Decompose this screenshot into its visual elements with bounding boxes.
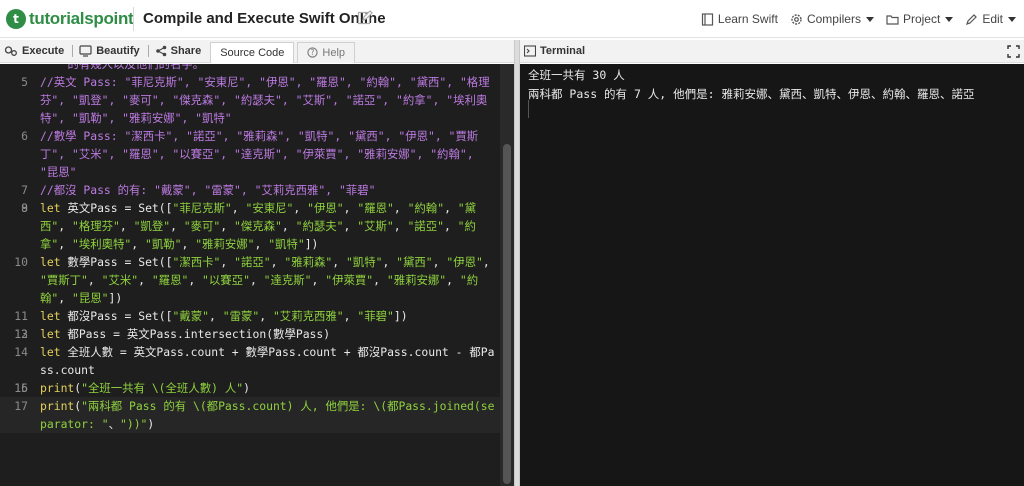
- code-line[interactable]: 9 let 英文Pass = Set(["菲尼克斯", "安東尼", "伊恩", …: [0, 199, 500, 253]
- terminal-title-label: Terminal: [540, 45, 586, 57]
- code-line[interactable]: 的有幾人以及他們的名字。: [0, 64, 500, 73]
- code-text: let 數學Pass = Set(["潔西卡", "諾亞", "雅莉森", "凱…: [40, 255, 497, 305]
- code-text: print("兩科都 Pass 的有 \(都Pass.count) 人, 他們是…: [40, 399, 495, 431]
- terminal-icon: [524, 45, 536, 57]
- toolbar-separator: [147, 45, 149, 57]
- terminal-line: 兩科都 Pass 的有 7 人, 他們是: 雅莉安娜、黛西、凱特、伊恩、約翰、羅…: [528, 87, 975, 101]
- line-number: 16: [14, 381, 28, 395]
- execute-label: Execute: [22, 45, 65, 57]
- nav-compilers-label: Compilers: [806, 12, 861, 26]
- line-number: 9: [21, 201, 28, 215]
- line-number: 5: [21, 75, 28, 89]
- share-button[interactable]: Share: [151, 40, 208, 63]
- beautify-icon: [79, 45, 92, 57]
- line-number: 14: [14, 345, 28, 359]
- code-text: 的有幾人以及他們的名字。: [40, 64, 205, 71]
- code-line[interactable]: 17 print("兩科都 Pass 的有 \(都Pass.count) 人, 他…: [0, 397, 500, 433]
- code-content[interactable]: 的有幾人以及他們的名字。 5 //英文 Pass: "菲尼克斯", "安東尼", "…: [0, 64, 500, 433]
- tab-source-code[interactable]: Source Code: [210, 41, 295, 63]
- code-line[interactable]: 14 let 全班人數 = 英文Pass.count + 數學Pass.count…: [0, 343, 500, 379]
- nav-edit-label: Edit: [982, 12, 1003, 26]
- terminal-line: 全班一共有 30 人: [528, 68, 625, 82]
- editor-scrollbar[interactable]: [500, 64, 514, 486]
- nav-learn-swift-label: Learn Swift: [717, 12, 778, 26]
- terminal-cursor: [528, 100, 529, 118]
- tab-help[interactable]: ? Help: [297, 41, 356, 63]
- tutorialspoint-logo[interactable]: t tutorialspoint: [6, 8, 134, 30]
- editor-toolbar: Execute Beautify Share Source Code ? Hel…: [0, 40, 514, 63]
- share-icon: [155, 45, 166, 57]
- code-line[interactable]: 16 print("全班一共有 \(全班人數) 人"): [0, 379, 500, 397]
- line-number: 17: [14, 399, 28, 413]
- code-text: let 都沒Pass = Set(["戴蒙", "雷蒙", "艾莉克西雅", "…: [40, 309, 408, 323]
- gear-icon: [791, 13, 802, 25]
- code-line[interactable]: 13 let 都Pass = 英文Pass.intersection(數學Pass…: [0, 325, 500, 343]
- logo-mark-icon: t: [6, 9, 26, 29]
- help-icon: ?: [307, 47, 319, 58]
- nav-edit[interactable]: Edit: [965, 12, 1016, 26]
- code-line[interactable]: 11 let 都沒Pass = Set(["戴蒙", "雷蒙", "艾莉克西雅",…: [0, 307, 500, 325]
- code-line[interactable]: 5 //英文 Pass: "菲尼克斯", "安東尼", "伊恩", "羅恩", "…: [0, 73, 500, 127]
- code-editor[interactable]: 的有幾人以及他們的名字。 5 //英文 Pass: "菲尼克斯", "安東尼", "…: [0, 64, 514, 486]
- editor-scrollbar-thumb[interactable]: [503, 144, 511, 484]
- gears-icon: [4, 46, 17, 56]
- code-line[interactable]: 7 //都沒 Pass 的有: "戴蒙", "雷蒙", "艾莉克西雅", "菲碧": [0, 181, 500, 199]
- logo-text: tutorialspoint: [29, 9, 134, 28]
- terminal-output[interactable]: 全班一共有 30 人兩科都 Pass 的有 7 人, 他們是: 雅莉安娜、黛西、…: [520, 64, 1024, 486]
- line-number: 6: [21, 129, 28, 143]
- code-text: let 英文Pass = Set(["菲尼克斯", "安東尼", "伊恩", "…: [40, 201, 477, 251]
- execute-button[interactable]: Execute: [0, 40, 70, 63]
- edit-title-icon[interactable]: [357, 10, 373, 26]
- nav-project[interactable]: Project: [886, 12, 954, 26]
- code-text: //都沒 Pass 的有: "戴蒙", "雷蒙", "艾莉克西雅", "菲碧": [40, 183, 376, 197]
- header-nav: Learn Swift Compilers Project Edit: [689, 0, 1024, 38]
- nav-project-label: Project: [902, 12, 941, 26]
- tab-help-label: Help: [322, 46, 346, 59]
- tab-source-code-label: Source Code: [220, 46, 285, 59]
- nav-compilers[interactable]: Compilers: [790, 12, 874, 26]
- line-number: 13: [14, 327, 28, 341]
- code-text: let 全班人數 = 英文Pass.count + 數學Pass.count +…: [40, 345, 495, 377]
- line-number: 7: [21, 183, 28, 197]
- chevron-down-icon: [865, 16, 874, 22]
- code-text: print("全班一共有 \(全班人數) 人"): [40, 381, 250, 395]
- pencil-icon: [966, 13, 978, 25]
- expand-icon[interactable]: [1007, 45, 1020, 58]
- top-header: t tutorialspoint Compile and Execute Swi…: [0, 0, 1024, 38]
- nav-learn-swift[interactable]: Learn Swift: [701, 12, 778, 26]
- terminal-title: Terminal: [520, 45, 585, 57]
- code-line[interactable]: 10 let 數學Pass = Set(["潔西卡", "諾亞", "雅莉森", …: [0, 253, 500, 307]
- share-label: Share: [170, 45, 202, 57]
- code-text: //英文 Pass: "菲尼克斯", "安東尼", "伊恩", "羅恩", "約…: [40, 75, 490, 125]
- book-icon: [701, 12, 714, 26]
- code-line[interactable]: 6 //數學 Pass: "潔西卡", "諾亞", "雅莉森", "凱特", "黛…: [0, 127, 500, 181]
- line-number: 11: [14, 309, 28, 323]
- line-number: 10: [14, 255, 28, 269]
- code-text: let 都Pass = 英文Pass.intersection(數學Pass): [40, 327, 331, 341]
- toolbar-separator: [72, 45, 74, 57]
- terminal-header: Terminal: [520, 40, 1024, 63]
- code-text: //數學 Pass: "潔西卡", "諾亞", "雅莉森", "凱特", "黛西…: [40, 129, 481, 179]
- header-divider: [133, 7, 134, 31]
- chevron-down-icon: [1008, 16, 1016, 22]
- svg-text:?: ?: [311, 48, 315, 57]
- beautify-label: Beautify: [96, 45, 140, 57]
- beautify-button[interactable]: Beautify: [75, 40, 145, 63]
- chevron-down-icon: [945, 16, 954, 22]
- folder-icon: [886, 14, 899, 25]
- page-title: Compile and Execute Swift Online: [143, 10, 386, 27]
